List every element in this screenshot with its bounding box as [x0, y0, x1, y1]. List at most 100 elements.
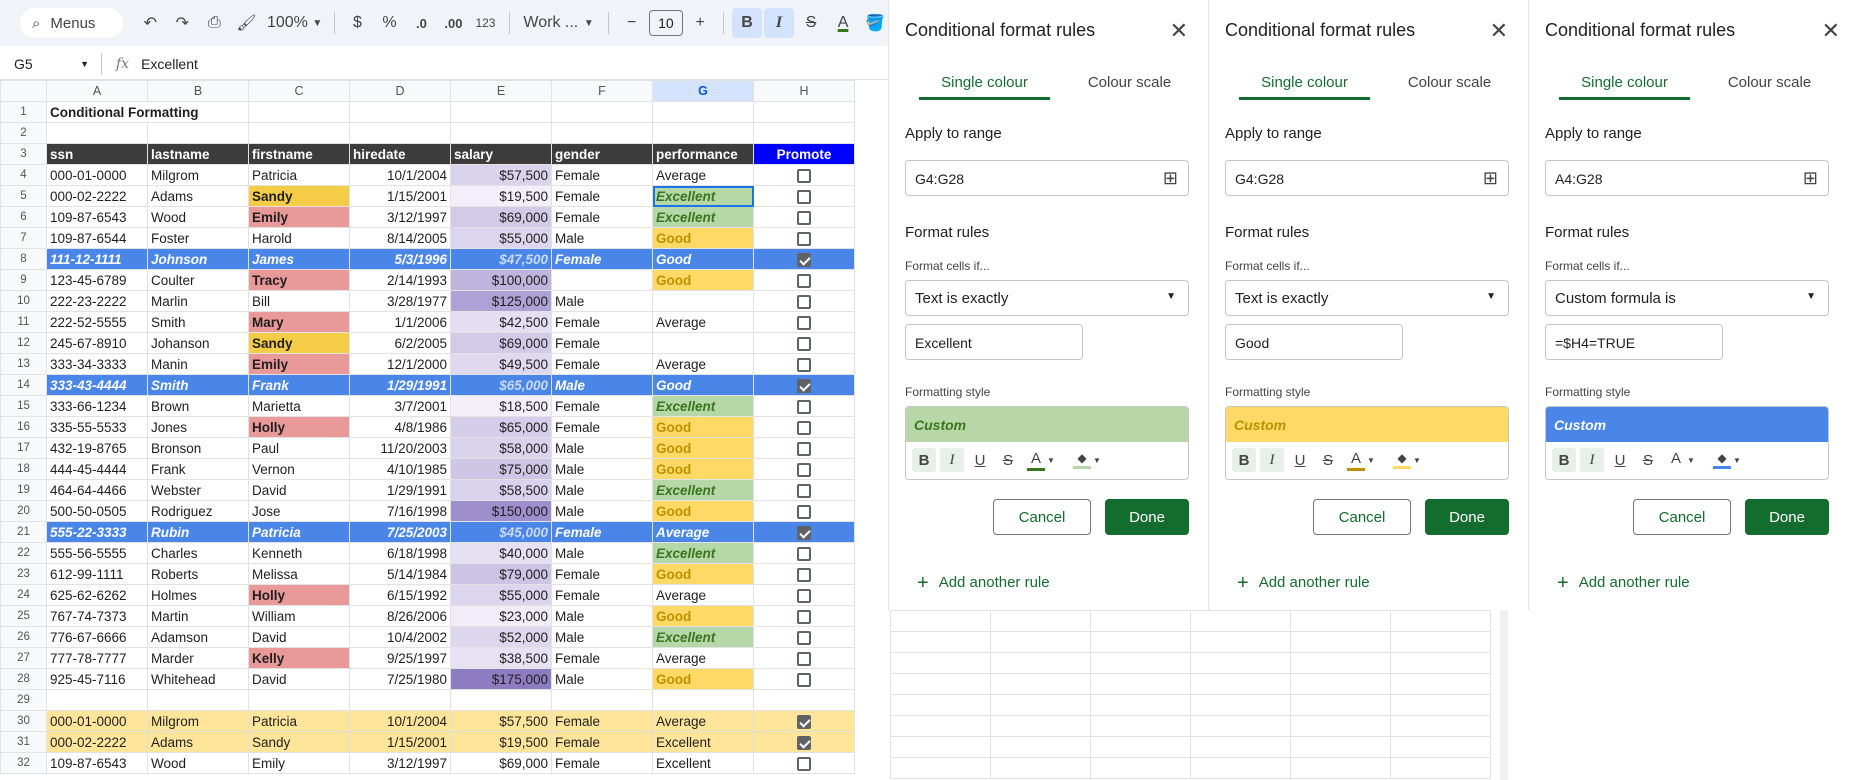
header-cell[interactable]: Promote [753, 143, 855, 165]
column-header[interactable]: B [147, 80, 249, 102]
tab-colour-scale[interactable]: Colour scale [1064, 70, 1195, 100]
header-cell[interactable]: ssn [46, 143, 148, 165]
ssn-cell[interactable]: 444-45-4444 [46, 458, 148, 480]
condition-select[interactable]: Custom formula is ▼ [1545, 280, 1829, 316]
checkbox[interactable] [797, 168, 811, 183]
strikethrough-icon[interactable]: S [796, 8, 826, 38]
firstname-cell[interactable]: Jose [248, 500, 350, 522]
firstname-cell[interactable]: Patricia [248, 521, 350, 543]
salary-cell[interactable]: $55,000 [450, 227, 552, 249]
gender-cell[interactable]: Female [551, 185, 653, 207]
gender-cell[interactable]: Female [551, 521, 653, 543]
hiredate-cell[interactable]: 5/14/1984 [349, 563, 451, 585]
performance-cell[interactable]: Average [652, 353, 754, 375]
performance-cell[interactable]: Average [652, 164, 754, 186]
checkbox[interactable] [797, 252, 811, 267]
text-color-icon[interactable]: A [828, 8, 858, 38]
firstname-cell[interactable]: David [248, 668, 350, 690]
salary-cell[interactable]: $58,500 [450, 479, 552, 501]
lastname-cell[interactable]: Marlin [147, 290, 249, 312]
ssn-cell[interactable]: 432-19-8765 [46, 437, 148, 459]
performance-cell[interactable]: Average [652, 584, 754, 606]
promote-checkbox-cell[interactable] [753, 668, 855, 690]
checkbox[interactable] [797, 714, 811, 729]
column-header-selected[interactable]: G [652, 80, 754, 102]
cell[interactable] [1290, 757, 1391, 779]
firstname-cell[interactable]: Harold [248, 227, 350, 249]
row-header[interactable]: 16 [0, 416, 47, 438]
lastname-cell[interactable]: Johnson [147, 248, 249, 270]
salary-cell[interactable]: $47,500 [450, 248, 552, 270]
header-cell[interactable]: firstname [248, 143, 350, 165]
cell[interactable] [753, 101, 855, 123]
name-box[interactable]: G5 ▼ [0, 52, 102, 75]
gender-cell[interactable]: Female [551, 647, 653, 669]
firstname-cell[interactable]: Emily [248, 353, 350, 375]
firstname-cell[interactable]: Sandy [248, 731, 350, 753]
cell[interactable] [1390, 610, 1491, 632]
salary-cell[interactable]: $125,000 [450, 290, 552, 312]
currency-format-button[interactable]: $ [342, 8, 372, 38]
cell[interactable] [1190, 715, 1291, 737]
performance-cell[interactable]: Excellent [652, 479, 754, 501]
fill-color-icon[interactable]: ◆ ▼ [1710, 448, 1744, 472]
performance-cell[interactable]: Excellent [652, 395, 754, 417]
cancel-button[interactable]: Cancel [1633, 499, 1731, 535]
sheet-title[interactable]: Conditional Formatting [46, 101, 249, 123]
cell[interactable] [990, 694, 1091, 716]
performance-cell[interactable]: Excellent [652, 731, 754, 753]
performance-cell[interactable]: Good [652, 563, 754, 585]
bold-icon[interactable]: B [732, 8, 763, 38]
cell[interactable] [652, 689, 754, 711]
promote-checkbox-cell[interactable] [753, 626, 855, 648]
ssn-cell[interactable]: 109-87-6543 [46, 206, 148, 228]
row-header[interactable]: 31 [0, 731, 47, 753]
strikethrough-icon[interactable]: S [1636, 448, 1660, 472]
gender-cell[interactable]: Female [551, 752, 653, 774]
bold-icon[interactable]: B [912, 448, 936, 472]
lastname-cell[interactable]: Smith [147, 374, 249, 396]
gender-cell[interactable]: Male [551, 626, 653, 648]
ssn-cell[interactable]: 335-55-5533 [46, 416, 148, 438]
percent-format-button[interactable]: % [374, 8, 404, 38]
lastname-cell[interactable]: Adams [147, 185, 249, 207]
underline-icon[interactable]: U [1288, 448, 1312, 472]
lastname-cell[interactable]: Rubin [147, 521, 249, 543]
lastname-cell[interactable]: Foster [147, 227, 249, 249]
row-header[interactable]: 32 [0, 752, 47, 774]
cell[interactable] [147, 122, 249, 144]
gender-cell[interactable]: Male [551, 500, 653, 522]
add-another-rule-button[interactable]: + Add another rule [1237, 572, 1370, 595]
row-header[interactable]: 11 [0, 311, 47, 333]
performance-cell[interactable]: Average [652, 521, 754, 543]
cell[interactable] [1390, 694, 1491, 716]
performance-cell[interactable]: Good [652, 605, 754, 627]
paint-format-icon[interactable]: 🖌 [231, 8, 261, 38]
hiredate-cell[interactable]: 1/15/2001 [349, 185, 451, 207]
firstname-cell[interactable]: Kelly [248, 647, 350, 669]
salary-cell[interactable]: $65,000 [450, 374, 552, 396]
cell[interactable] [1090, 757, 1191, 779]
ssn-cell[interactable]: 555-22-3333 [46, 521, 148, 543]
lastname-cell[interactable]: Roberts [147, 563, 249, 585]
checkbox[interactable] [797, 609, 811, 624]
firstname-cell[interactable]: Tracy [248, 269, 350, 291]
lastname-cell[interactable]: Wood [147, 752, 249, 774]
checkbox[interactable] [797, 567, 811, 582]
salary-cell[interactable]: $55,000 [450, 584, 552, 606]
salary-cell[interactable]: $19,500 [450, 185, 552, 207]
column-header[interactable]: A [46, 80, 148, 102]
checkbox[interactable] [797, 378, 811, 393]
promote-checkbox-cell[interactable] [753, 458, 855, 480]
hiredate-cell[interactable]: 1/1/2006 [349, 311, 451, 333]
header-cell[interactable]: performance [652, 143, 754, 165]
lastname-cell[interactable]: Bronson [147, 437, 249, 459]
font-size-input[interactable]: 10 [648, 10, 684, 36]
hiredate-cell[interactable]: 10/1/2004 [349, 710, 451, 732]
ssn-cell[interactable]: 222-52-5555 [46, 311, 148, 333]
promote-checkbox-cell[interactable] [753, 227, 855, 249]
cell[interactable] [551, 122, 653, 144]
gender-cell[interactable]: Female [551, 395, 653, 417]
increase-decimal-button[interactable]: .00 [438, 8, 468, 38]
row-header[interactable]: 2 [0, 122, 47, 144]
